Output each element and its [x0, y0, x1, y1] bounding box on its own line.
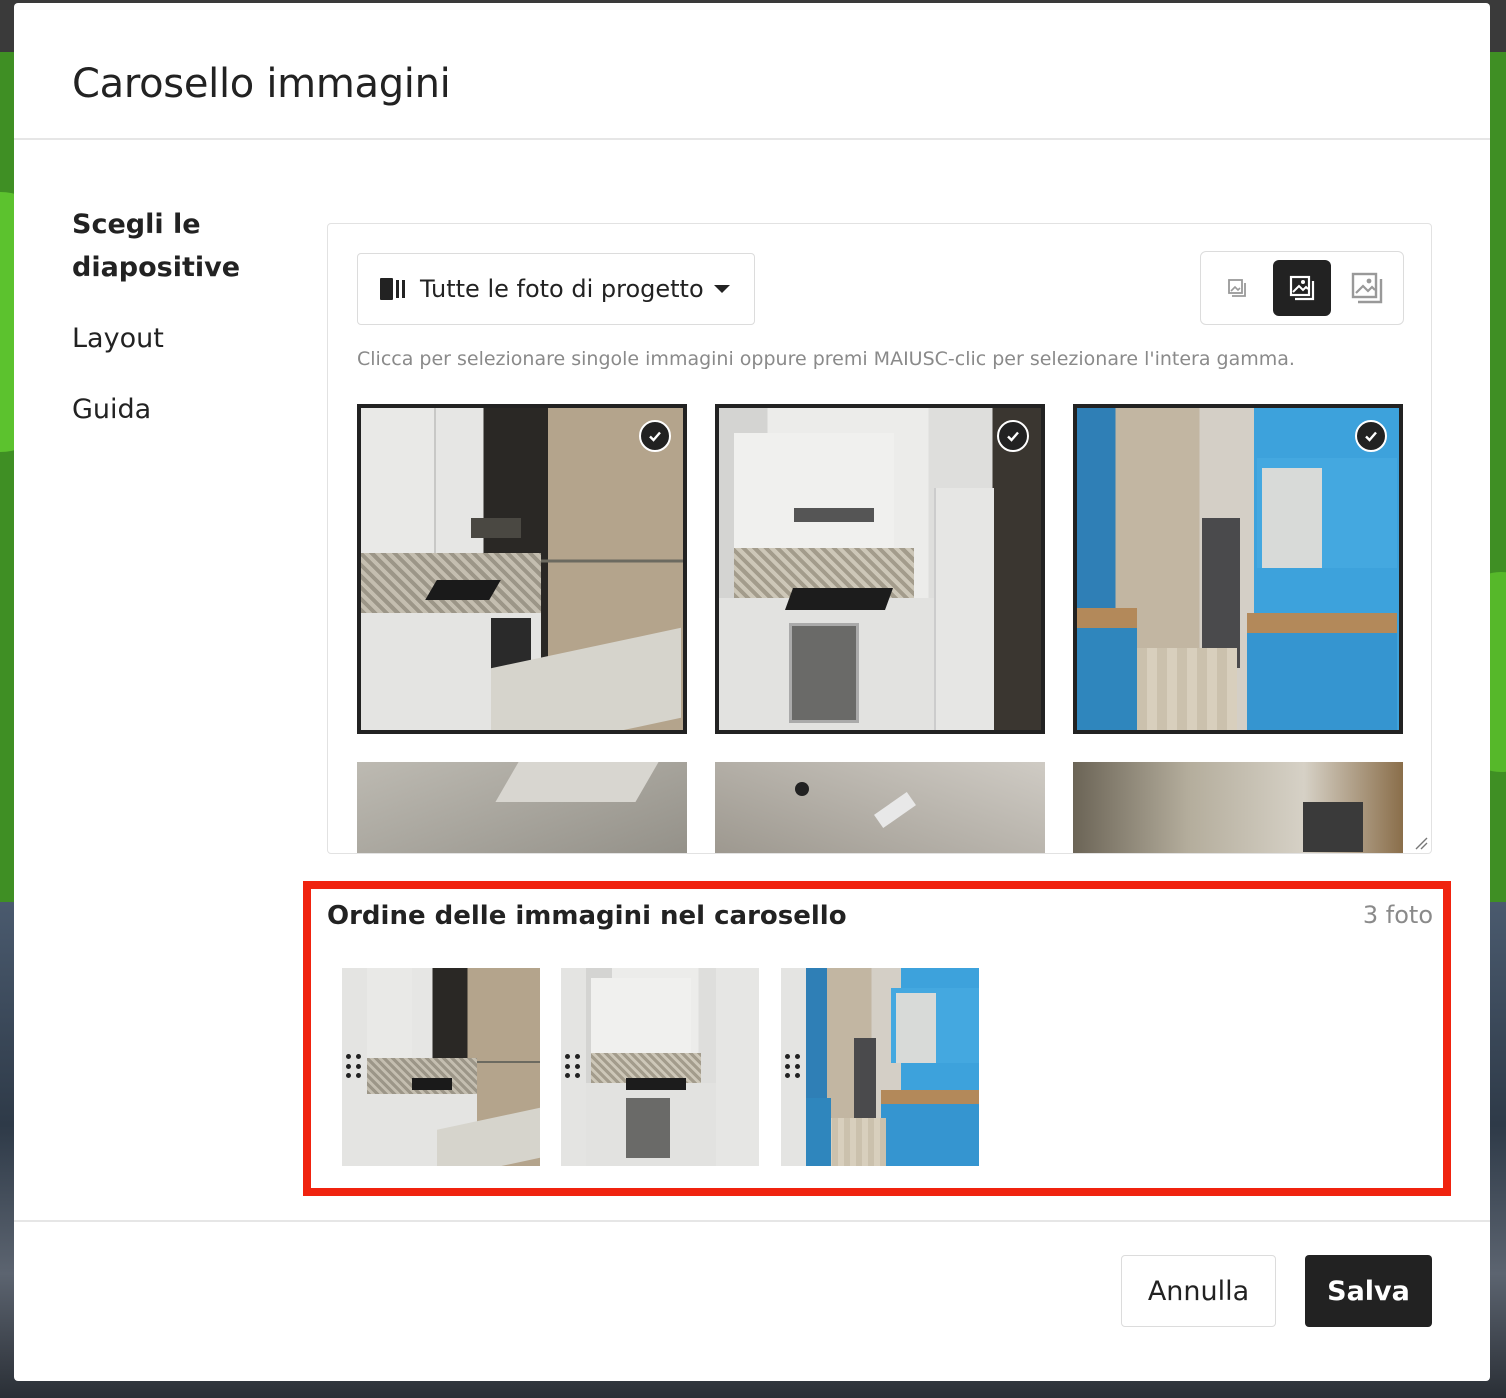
carousel-order-title: Ordine delle immagini nel carosello: [327, 901, 847, 931]
medium-image-icon: [1289, 275, 1315, 301]
sidebar-item-guide[interactable]: Guida: [72, 388, 282, 431]
selected-check-icon: [639, 420, 671, 452]
photo-album-icon: [380, 277, 406, 301]
kitchen-photo: [1077, 408, 1399, 730]
modal-sidebar: Scegli le diapositive Layout Guida: [72, 203, 282, 431]
photo-thumbnail[interactable]: [715, 404, 1045, 734]
cancel-button[interactable]: Annulla: [1121, 1255, 1276, 1327]
carousel-order-item[interactable]: [781, 968, 979, 1166]
photo-source-dropdown[interactable]: Tutte le foto di progetto: [357, 253, 755, 325]
drag-handle-icon[interactable]: [346, 1054, 362, 1080]
kitchen-photo: [361, 408, 683, 730]
modal-header: Carosello immagini: [14, 3, 1490, 140]
small-image-icon: [1228, 279, 1246, 297]
drag-handle-icon[interactable]: [565, 1054, 581, 1080]
thumbnail-size-toggle: [1200, 251, 1404, 325]
kitchen-photo: [586, 968, 759, 1166]
large-thumbnails-button[interactable]: [1338, 260, 1396, 316]
photo-source-label: Tutte le foto di progetto: [420, 275, 704, 303]
drag-handle-icon[interactable]: [785, 1054, 801, 1080]
carousel-photo-count: 3 foto: [1362, 901, 1433, 929]
selected-check-icon: [1355, 420, 1387, 452]
photo-thumbnail[interactable]: [1073, 762, 1403, 853]
small-thumbnails-button[interactable]: [1208, 260, 1266, 316]
photo-thumbnail[interactable]: [715, 762, 1045, 853]
photo-thumbnail[interactable]: [1073, 404, 1403, 734]
ceiling-photo: [715, 762, 1045, 853]
carousel-order-item[interactable]: [342, 968, 540, 1166]
selection-hint: Clicca per selezionare singole immagini …: [357, 348, 1295, 370]
medium-thumbnails-button[interactable]: [1273, 260, 1331, 316]
construction-photo: [1073, 762, 1403, 853]
chevron-down-icon: [714, 285, 730, 293]
ceiling-photo: [357, 762, 687, 853]
modal-footer: Annulla Salva: [14, 1220, 1490, 1381]
modal-title: Carosello immagini: [72, 61, 451, 107]
image-carousel-modal: Carosello immagini Scegli le diapositive…: [14, 3, 1490, 1381]
photo-thumbnail[interactable]: [357, 404, 687, 734]
selected-check-icon: [997, 420, 1029, 452]
photo-thumbnail[interactable]: [357, 762, 687, 853]
photo-picker: Tutte le foto di progetto Clicca per sel…: [327, 223, 1432, 854]
kitchen-photo: [806, 968, 979, 1166]
kitchen-photo: [367, 968, 540, 1166]
resize-grip-icon[interactable]: [1414, 836, 1428, 850]
carousel-order-section: Ordine delle immagini nel carosello 3 fo…: [303, 881, 1451, 1196]
save-button[interactable]: Salva: [1305, 1255, 1432, 1327]
sidebar-item-choose-slides[interactable]: Scegli le diapositive: [72, 203, 282, 289]
large-image-icon: [1351, 272, 1383, 304]
kitchen-photo: [719, 408, 1041, 730]
carousel-order-item[interactable]: [561, 968, 759, 1166]
sidebar-item-layout[interactable]: Layout: [72, 317, 282, 360]
